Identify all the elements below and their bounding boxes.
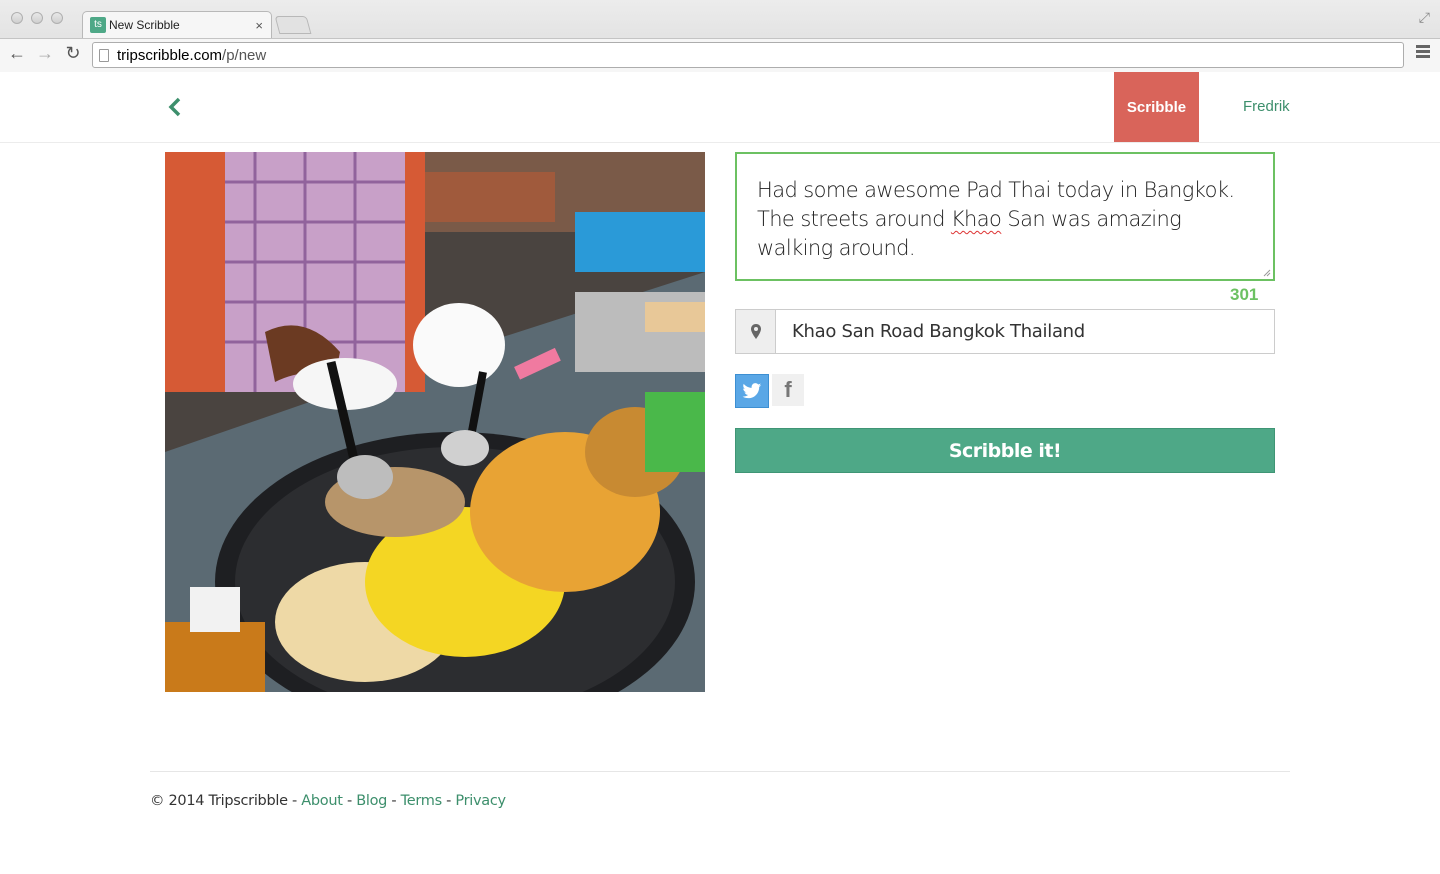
character-counter: 301 (1230, 285, 1259, 304)
url-host: tripscribble.com (117, 46, 223, 64)
site-header: Scribble Fredrik (0, 72, 1440, 143)
twitter-share-toggle[interactable] (735, 374, 769, 408)
forward-arrow-icon[interactable]: → (35, 43, 55, 64)
footer-separator: - (342, 793, 357, 809)
window-controls (11, 12, 63, 24)
new-tab-button[interactable] (274, 16, 312, 34)
nav-user-link[interactable]: Fredrik (1243, 98, 1290, 115)
fullscreen-icon[interactable]: ⤢ (1419, 9, 1430, 26)
copyright-text: © 2014 Tripscribble (150, 793, 288, 809)
footer-link-privacy[interactable]: Privacy (455, 793, 506, 809)
scribble-it-button[interactable]: Scribble it! (735, 428, 1275, 473)
back-arrow-icon[interactable]: ← (7, 43, 27, 64)
footer: © 2014 Tripscribble - About - Blog - Ter… (150, 793, 506, 809)
chevron-left-icon[interactable] (166, 96, 184, 118)
close-window-button[interactable] (11, 12, 23, 24)
browser-tab[interactable]: ts New Scribble × (82, 11, 272, 38)
footer-separator: - (387, 793, 401, 809)
tab-title: New Scribble (109, 18, 180, 32)
nav-scribble-button[interactable]: Scribble (1114, 72, 1199, 142)
favicon-icon: ts (90, 17, 106, 33)
footer-separator: - (441, 793, 456, 809)
uploaded-photo (165, 152, 705, 692)
footer-link-blog[interactable]: Blog (356, 793, 387, 809)
minimize-window-button[interactable] (31, 12, 43, 24)
footer-link-terms[interactable]: Terms (401, 793, 443, 809)
map-marker-icon (736, 310, 776, 353)
footer-divider (150, 771, 1290, 772)
scribble-textarea[interactable]: Had some awesome Pad Thai today in Bangk… (735, 152, 1275, 281)
location-input[interactable]: Khao San Road Bangkok Thailand (776, 310, 1274, 353)
url-path: /p/new (222, 46, 267, 64)
maximize-window-button[interactable] (51, 12, 63, 24)
page-icon (99, 48, 109, 62)
hamburger-menu-icon[interactable] (1416, 45, 1430, 60)
address-bar[interactable]: tripscribble.com/p/new (92, 42, 1404, 68)
twitter-bird-icon (742, 382, 762, 398)
browser-chrome: ts New Scribble × ⤢ ← → ↻ tripscribble.c… (0, 0, 1440, 72)
resize-grip-icon[interactable] (1263, 269, 1271, 277)
location-field[interactable]: Khao San Road Bangkok Thailand (735, 309, 1275, 354)
facebook-share-toggle[interactable]: f (772, 374, 804, 406)
footer-link-about[interactable]: About (301, 793, 343, 809)
footer-separator: - (287, 793, 302, 809)
reload-icon[interactable]: ↻ (63, 43, 83, 64)
browser-toolbar: ← → ↻ tripscribble.com/p/new (0, 38, 1440, 72)
scribble-text: Had some awesome Pad Thai today in Bangk… (757, 178, 1235, 260)
tab-close-icon[interactable]: × (255, 18, 263, 33)
